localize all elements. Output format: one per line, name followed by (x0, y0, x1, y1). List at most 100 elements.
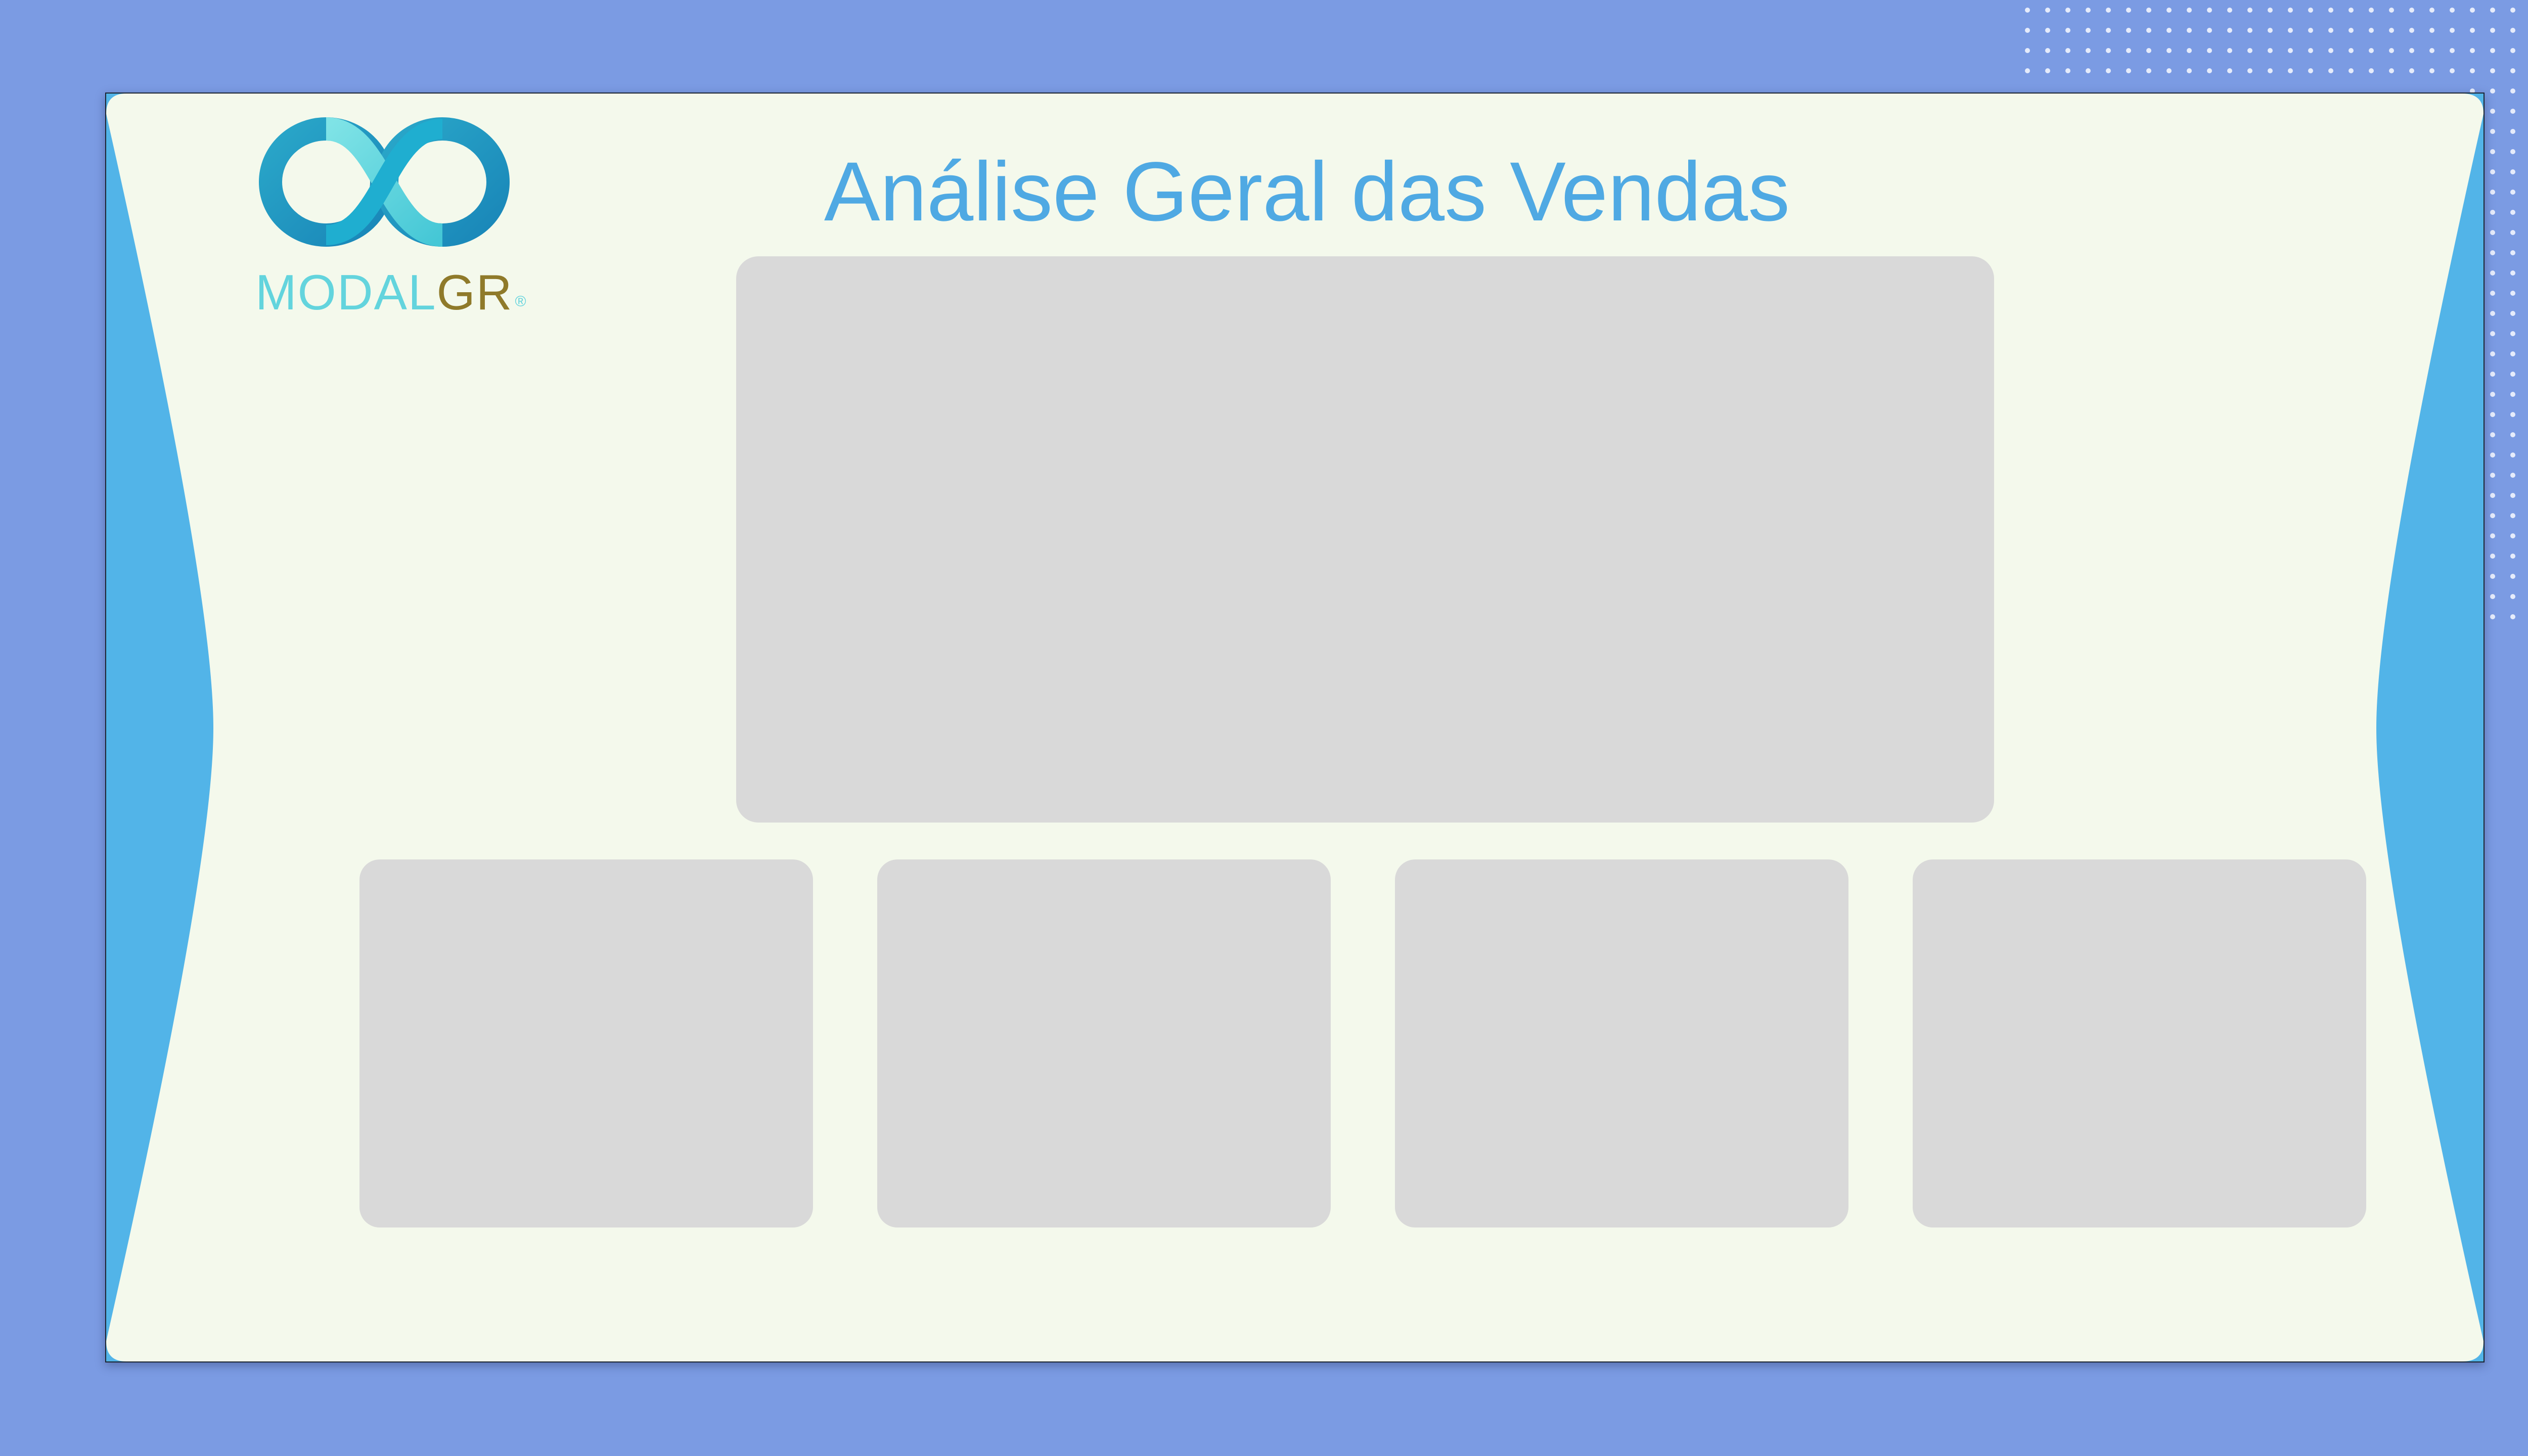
decor-dot (2510, 473, 2515, 478)
decor-dot (2187, 68, 2192, 73)
decor-dot (2510, 554, 2515, 559)
decor-dot (2247, 48, 2252, 53)
decor-dot (2510, 169, 2515, 174)
decor-dot (2349, 68, 2354, 73)
registered-mark: ® (515, 293, 527, 310)
decor-dot (2490, 311, 2495, 316)
decor-dot (2510, 594, 2515, 599)
decor-dot (2369, 68, 2374, 73)
decor-dot (2490, 190, 2495, 195)
decor-dot (2187, 28, 2192, 33)
decor-dot (2470, 68, 2475, 73)
decor-dot (2045, 28, 2050, 33)
kpi-card-4[interactable] (1913, 859, 2366, 1227)
decor-dot (2025, 28, 2030, 33)
decor-dot (2288, 68, 2293, 73)
decor-dot (2389, 48, 2394, 53)
decor-dot (2490, 412, 2495, 417)
decor-dot (2207, 8, 2212, 13)
decor-dot (2328, 8, 2333, 13)
decor-dot (2510, 129, 2515, 134)
decor-dot (2510, 250, 2515, 255)
decor-dot (2349, 48, 2354, 53)
decor-dot (2247, 68, 2252, 73)
kpi-card-3[interactable] (1395, 859, 1848, 1227)
decor-dot (2490, 513, 2495, 518)
decor-dot (2490, 291, 2495, 296)
decor-dot (2490, 210, 2495, 215)
decor-dot (2510, 412, 2515, 417)
decor-dot (2429, 8, 2434, 13)
infinity-logo-icon (259, 117, 510, 247)
decor-dot (2510, 513, 2515, 518)
decor-dot (2288, 8, 2293, 13)
decor-dot (2328, 28, 2333, 33)
decor-dot (2308, 28, 2313, 33)
decor-dot (2207, 28, 2212, 33)
decor-dot (2106, 8, 2111, 13)
decor-dot (2490, 574, 2495, 579)
decor-dot (2166, 28, 2172, 33)
brand-name-modal: MODAL (255, 264, 437, 320)
decor-dot (2025, 68, 2030, 73)
decor-dot (2510, 493, 2515, 498)
decor-dot (2490, 351, 2495, 356)
decor-dot (2510, 311, 2515, 316)
decor-dot (2065, 48, 2070, 53)
decor-dot (2510, 331, 2515, 336)
decor-dot (2146, 28, 2151, 33)
decor-dot (2288, 28, 2293, 33)
decor-dot (2227, 8, 2232, 13)
decor-dot (2409, 68, 2414, 73)
decor-dot (2166, 68, 2172, 73)
decor-dot (2490, 372, 2495, 377)
page-title: Análise Geral das Vendas (824, 145, 1790, 239)
decor-dot (2510, 8, 2515, 13)
decor-dot (2166, 8, 2172, 13)
decor-dot (2490, 109, 2495, 114)
main-visual-placeholder[interactable] (736, 256, 1994, 823)
decor-dot (2247, 8, 2252, 13)
decor-dot (2429, 68, 2434, 73)
brand-name-gr: GR (436, 264, 513, 320)
decor-dot (2389, 28, 2394, 33)
decor-dot (2187, 8, 2192, 13)
decor-dot (2045, 68, 2050, 73)
brand-wordmark: MODALGR ® (255, 262, 527, 323)
decor-dot (2288, 48, 2293, 53)
decor-dot (2490, 432, 2495, 437)
decor-dot (2086, 28, 2091, 33)
decor-dot (2086, 8, 2091, 13)
decor-dot (2126, 28, 2131, 33)
decor-dot (2490, 533, 2495, 538)
decor-dot (2510, 452, 2515, 458)
decor-dot (2389, 8, 2394, 13)
decor-dot (2146, 48, 2151, 53)
decor-dot (2510, 109, 2515, 114)
decor-dot (2490, 452, 2495, 458)
decor-dot (2490, 68, 2495, 73)
decor-dot (2490, 493, 2495, 498)
decor-dot (2510, 270, 2515, 276)
decor-dot (2227, 48, 2232, 53)
decor-dot (2510, 291, 2515, 296)
decor-dot (2187, 48, 2192, 53)
decor-dot (2349, 8, 2354, 13)
decor-dot (2126, 48, 2131, 53)
decor-dot (2490, 230, 2495, 235)
decor-dot (2369, 48, 2374, 53)
kpi-card-2[interactable] (877, 859, 1331, 1227)
decor-dot (2308, 8, 2313, 13)
decor-dot (2490, 88, 2495, 94)
decor-dot (2126, 68, 2131, 73)
decor-dot (2328, 48, 2333, 53)
decor-dot (2166, 48, 2172, 53)
kpi-card-1[interactable] (359, 859, 813, 1227)
decor-dot (2086, 48, 2091, 53)
decor-dot (2086, 68, 2091, 73)
decor-dot (2510, 230, 2515, 235)
decor-dot (2328, 68, 2333, 73)
decor-dot (2490, 8, 2495, 13)
decor-dot (2045, 8, 2050, 13)
decor-dot (2369, 28, 2374, 33)
